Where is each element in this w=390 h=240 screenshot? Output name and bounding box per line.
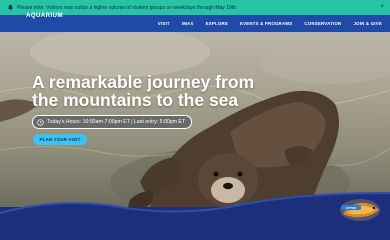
- main-nav: VISIT IMAX EXPLORE EVENTS & PROGRAMS CON…: [158, 15, 382, 32]
- hero-title: A remarkable journey from the mountains …: [32, 72, 255, 110]
- hero-section: A remarkable journey from the mountains …: [0, 32, 390, 207]
- hours-info: Today's Hours: 10:00am-7:00pm ET | Last …: [32, 115, 193, 129]
- plan-your-visit-button[interactable]: PLAN YOUR VISIT: [33, 134, 87, 145]
- site-header: AQUARIUM VISIT IMAX EXPLORE EVENTS & PRO…: [0, 13, 390, 32]
- logo[interactable]: AQUARIUM: [26, 13, 63, 19]
- nav-item-conservation[interactable]: CONSERVATION: [304, 21, 341, 26]
- nav-item-events-programs[interactable]: EVENTS & PROGRAMS: [240, 21, 292, 26]
- svg-text:OTTER: OTTER: [346, 206, 357, 210]
- wave-divider: [0, 192, 390, 240]
- bell-icon: [8, 4, 13, 11]
- nav-item-imax[interactable]: IMAX: [182, 21, 194, 26]
- otter-badge-icon[interactable]: OTTER: [337, 194, 383, 224]
- nav-item-visit[interactable]: VISIT: [158, 21, 170, 26]
- clock-icon: [37, 118, 44, 126]
- nav-item-join-give[interactable]: JOIN & GIVE: [353, 21, 382, 26]
- hours-text: Today's Hours: 10:00am-7:00pm ET | Last …: [47, 119, 186, 125]
- alert-text: Please note: Visitors may notice a highe…: [17, 4, 238, 11]
- close-icon[interactable]: ×: [380, 4, 384, 10]
- nav-item-explore[interactable]: EXPLORE: [206, 21, 228, 26]
